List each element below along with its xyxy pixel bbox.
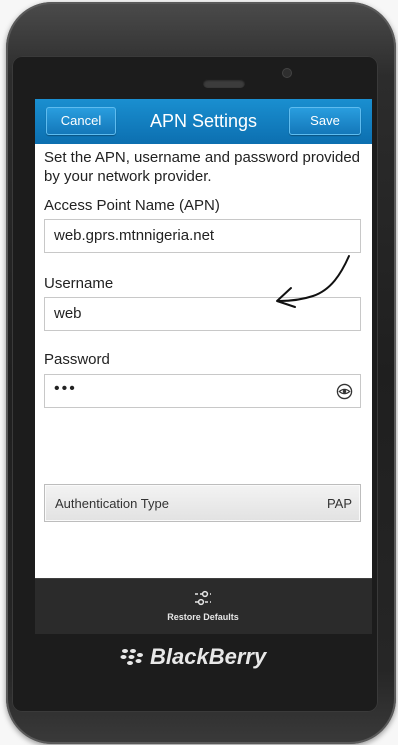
blackberry-logo-icon — [120, 649, 143, 666]
sliders-icon — [195, 590, 211, 606]
title-bar: Cancel APN Settings Save — [35, 99, 372, 144]
restore-defaults-button[interactable]: Restore Defaults — [153, 583, 253, 631]
blackberry-logo: BlackBerry — [120, 643, 280, 673]
authentication-type-dropdown[interactable]: Authentication Type PAP — [44, 484, 361, 522]
cancel-button[interactable]: Cancel — [46, 107, 116, 135]
authentication-type-value: PAP — [326, 496, 352, 511]
apn-field[interactable]: web.gprs.mtnnigeria.net — [44, 219, 361, 253]
apn-value: web.gprs.mtnnigeria.net — [54, 227, 215, 244]
phone-screen: Cancel APN Settings Save Set the APN, us… — [35, 99, 372, 634]
restore-defaults-label: Restore Defaults — [167, 612, 239, 622]
earpiece-speaker — [203, 79, 245, 88]
hand-drawn-arrow-icon — [276, 255, 350, 308]
intro-text: Set the APN, username and password provi… — [44, 149, 361, 185]
password-value: ••• — [54, 380, 77, 397]
front-camera — [283, 69, 291, 77]
page-title: APN Settings — [149, 111, 258, 131]
apn-label: Access Point Name (APN) — [44, 197, 220, 214]
action-bar: Restore Defaults — [35, 578, 372, 634]
password-field[interactable]: ••• — [44, 374, 361, 408]
username-label: Username — [44, 275, 114, 292]
authentication-type-label: Authentication Type — [55, 496, 169, 511]
save-button[interactable]: Save — [289, 107, 361, 135]
device-photo: Cancel APN Settings Save Set the APN, us… — [0, 0, 398, 745]
eye-icon[interactable] — [336, 383, 353, 400]
brand-text: BlackBerry — [150, 644, 267, 670]
password-label: Password — [44, 351, 110, 368]
username-value: web — [54, 305, 82, 322]
